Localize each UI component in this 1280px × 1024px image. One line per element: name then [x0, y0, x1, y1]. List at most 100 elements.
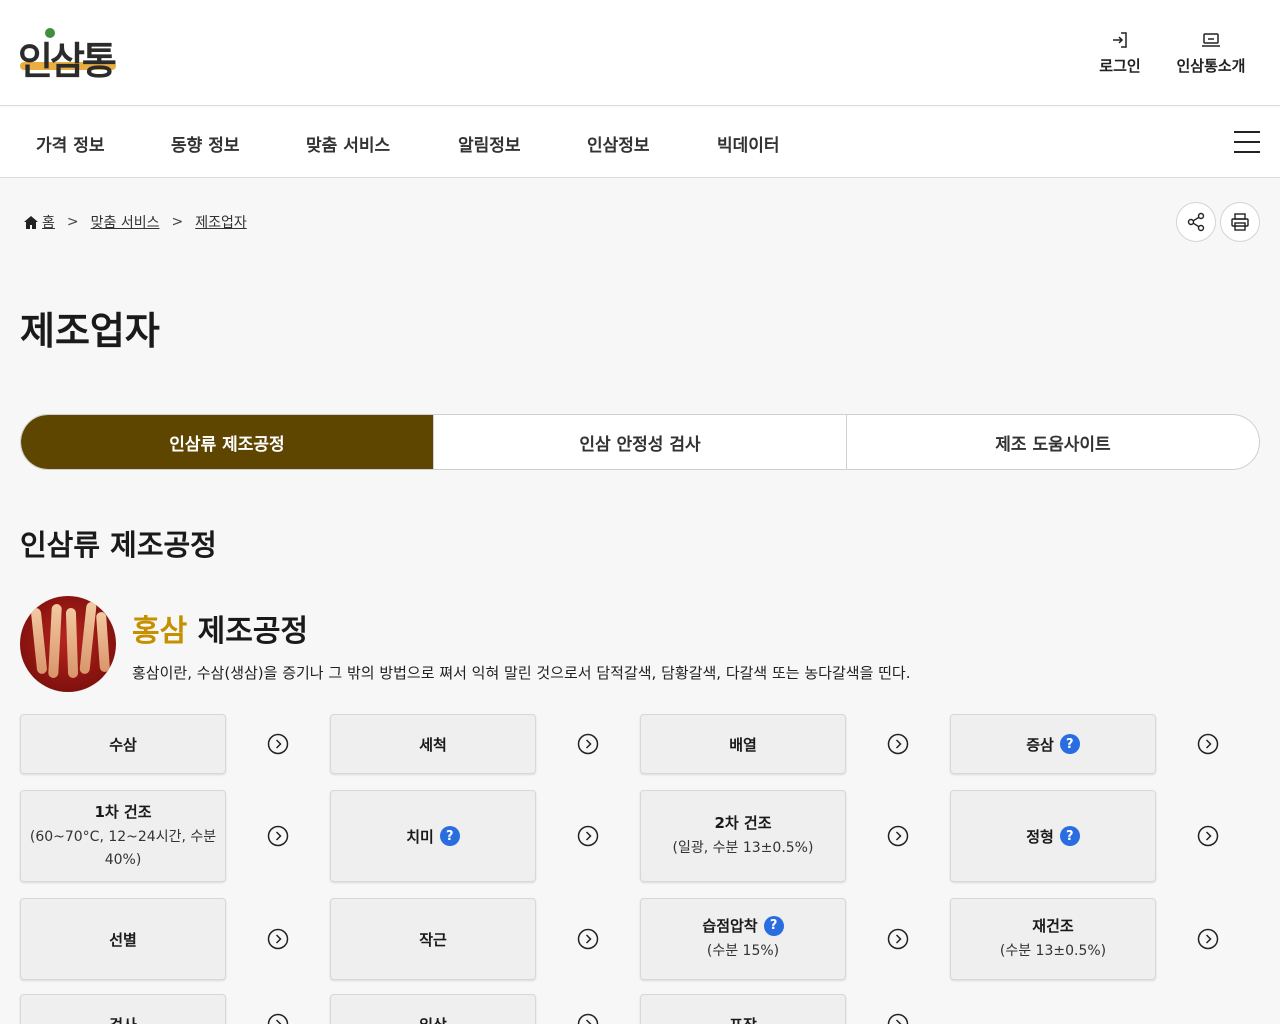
nav-item-notice[interactable]: 알림정보 — [458, 131, 521, 156]
process-step-label: 습점압착 — [702, 917, 758, 935]
intro-title-rest: 제조공정 — [197, 614, 309, 649]
process-step-detail: (일광, 수분 13±0.5%) — [672, 840, 814, 856]
breadcrumb-custom-service[interactable]: 맞춤 서비스 — [91, 212, 160, 232]
process-step[interactable]: 1차 건조 (60~70°C, 12~24시간, 수분 40%) — [20, 790, 226, 882]
chevron-circle-right-icon — [577, 733, 599, 755]
nav-item-trend[interactable]: 동향 정보 — [171, 131, 239, 156]
process-step[interactable]: 작근 — [330, 898, 536, 980]
process-step-label: 증삼 — [1026, 735, 1054, 754]
process-step-detail: (60~70°C, 12~24시간, 수분 40%) — [29, 828, 217, 868]
process-step-name: 입상 — [419, 1014, 447, 1024]
print-button[interactable] — [1220, 202, 1260, 242]
process-step-label: 세척 — [419, 735, 447, 754]
tab-help-sites[interactable]: 제조 도움사이트 — [846, 415, 1259, 469]
process-step-label: 수삼 — [109, 735, 137, 754]
process-step-detail: (수분 13±0.5%) — [999, 943, 1107, 959]
process-step-name: 배열 — [729, 734, 757, 755]
nav-item-price[interactable]: 가격 정보 — [36, 131, 104, 156]
breadcrumb: 홈 > 맞춤 서비스 > 제조업자 — [24, 212, 247, 232]
process-step-name: 재건조 — [1032, 915, 1073, 936]
home-icon — [24, 215, 38, 229]
chevron-circle-right-icon — [577, 928, 599, 950]
process-step-name: 습점압착? — [702, 915, 784, 936]
process-step-name: 검사 — [109, 1014, 137, 1024]
help-icon[interactable]: ? — [439, 826, 460, 846]
help-icon[interactable]: ? — [763, 915, 784, 936]
process-step-detail: (수분 15%) — [706, 943, 780, 959]
chevron-circle-right-icon — [1197, 928, 1219, 950]
process-step-name: 1차 건조 — [94, 801, 151, 822]
process-step-label: 작근 — [419, 930, 447, 949]
login-link[interactable]: 로그인 — [1098, 30, 1142, 76]
process-step-label: 치미 — [406, 827, 434, 846]
share-button[interactable] — [1176, 202, 1216, 242]
process-step-name: 치미? — [406, 826, 460, 847]
section-title: 인삼류 제조공정 — [20, 528, 217, 562]
chevron-circle-right-icon — [1197, 733, 1219, 755]
help-icon[interactable]: ? — [1059, 826, 1080, 846]
login-icon — [1111, 30, 1129, 50]
tab-safety-inspection[interactable]: 인삼 안정성 검사 — [433, 415, 846, 469]
chevron-circle-right-icon — [267, 825, 289, 847]
process-step[interactable]: 세척 — [330, 714, 536, 774]
printer-icon — [1231, 213, 1249, 231]
process-step[interactable]: 선별 — [20, 898, 226, 980]
process-step-label: 선별 — [109, 930, 137, 949]
site-logo[interactable]: 인삼통 — [18, 24, 118, 83]
intro-description: 홍삼이란, 수삼(생삼)을 증기나 그 밖의 방법으로 쪄서 익혀 말린 것으로… — [132, 664, 911, 682]
process-step-label: 정형 — [1026, 827, 1054, 846]
help-icon[interactable]: ? — [1059, 734, 1080, 754]
intro-title: 홍삼 제조공정 — [132, 606, 308, 650]
process-step-label: 포장 — [729, 1014, 757, 1024]
process-step[interactable]: 재건조 (수분 13±0.5%) — [950, 898, 1156, 980]
site-header: 인삼통 로그인 인삼통소개 — [0, 0, 1280, 106]
process-step[interactable]: 습점압착? (수분 15%) — [640, 898, 846, 980]
process-step[interactable]: 배열 — [640, 714, 846, 774]
breadcrumb-manufacturer[interactable]: 제조업자 — [195, 212, 247, 232]
process-step-name: 수삼 — [109, 734, 137, 755]
process-step[interactable]: 정형? — [950, 790, 1156, 882]
logo-text: 인삼통 — [18, 38, 117, 83]
intro-link[interactable]: 인삼통소개 — [1172, 30, 1250, 76]
nav-item-custom-service[interactable]: 맞춤 서비스 — [306, 131, 390, 156]
share-icon — [1187, 212, 1205, 232]
chevron-circle-right-icon — [577, 1013, 599, 1024]
process-step[interactable]: 치미? — [330, 790, 536, 882]
process-step[interactable]: 입상 — [330, 994, 536, 1024]
nav-item-bigdata[interactable]: 빅데이터 — [717, 131, 780, 156]
process-step-label: 입상 — [419, 1014, 447, 1024]
tab-process[interactable]: 인삼류 제조공정 — [21, 415, 433, 469]
nav-item-ginseng-info[interactable]: 인삼정보 — [587, 131, 650, 156]
breadcrumb-home-label: 홈 — [42, 215, 55, 231]
process-step-label: 배열 — [729, 735, 757, 754]
process-step[interactable]: 수삼 — [20, 714, 226, 774]
process-step-name: 2차 건조 — [714, 812, 771, 833]
process-step-name: 증삼? — [1026, 734, 1080, 755]
chevron-circle-right-icon — [887, 733, 909, 755]
process-step-name: 선별 — [109, 929, 137, 950]
process-step-name: 세척 — [419, 734, 447, 755]
process-step[interactable]: 증삼? — [950, 714, 1156, 774]
main-nav: 가격 정보 동향 정보 맞춤 서비스 알림정보 인삼정보 빅데이터 — [0, 107, 1280, 178]
chevron-circle-right-icon — [1197, 825, 1219, 847]
login-label: 로그인 — [1099, 57, 1141, 75]
laptop-icon — [1201, 30, 1221, 50]
chevron-circle-right-icon — [887, 1013, 909, 1024]
chevron-right-icon: > — [66, 214, 79, 230]
process-step-label: 검사 — [109, 1014, 137, 1024]
page-title: 제조업자 — [20, 309, 160, 353]
process-step[interactable]: 2차 건조 (일광, 수분 13±0.5%) — [640, 790, 846, 882]
chevron-circle-right-icon — [887, 928, 909, 950]
process-step-name: 작근 — [419, 929, 447, 950]
chevron-right-icon: > — [171, 214, 184, 230]
menu-icon[interactable] — [1234, 131, 1260, 153]
process-step-label: 2차 건조 — [714, 814, 772, 832]
chevron-circle-right-icon — [267, 1013, 289, 1024]
chevron-circle-right-icon — [267, 928, 289, 950]
intro-label: 인삼통소개 — [1176, 57, 1246, 75]
red-ginseng-image — [20, 596, 116, 692]
breadcrumb-home[interactable]: 홈 — [24, 212, 55, 232]
process-step[interactable]: 포장 — [640, 994, 846, 1024]
process-step[interactable]: 검사 — [20, 994, 226, 1024]
logo-leaf — [45, 28, 55, 38]
